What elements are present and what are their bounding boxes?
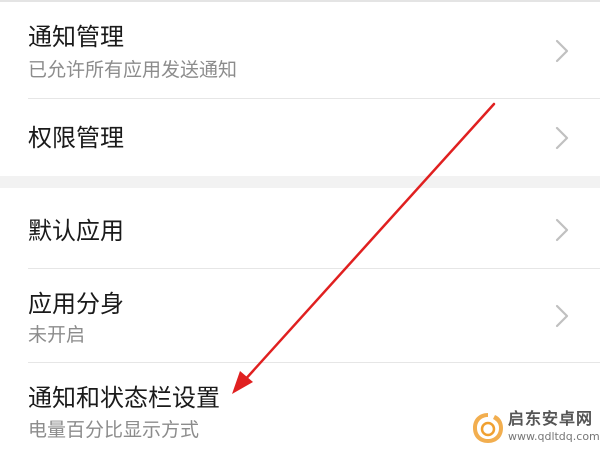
settings-item-title: 默认应用 xyxy=(28,217,124,245)
settings-item-subtitle: 电量百分比显示方式 xyxy=(28,419,200,441)
chevron-right-icon xyxy=(555,39,569,63)
settings-item-default-apps[interactable]: 默认应用 xyxy=(0,188,600,268)
settings-item-title: 通知和状态栏设置 xyxy=(28,384,220,412)
settings-item-notification-management[interactable]: 通知管理 已允许所有应用发送通知 xyxy=(0,2,600,98)
chevron-right-icon xyxy=(555,218,569,242)
settings-group-1: 通知管理 已允许所有应用发送通知 权限管理 xyxy=(0,2,600,176)
settings-item-subtitle: 已允许所有应用发送通知 xyxy=(28,59,238,81)
watermark-logo-icon xyxy=(473,413,503,443)
chevron-right-icon xyxy=(555,126,569,150)
settings-item-subtitle: 未开启 xyxy=(28,324,86,346)
group-separator xyxy=(0,176,600,188)
settings-item-title: 应用分身 xyxy=(28,290,124,318)
watermark-url: www.qdltdq.com xyxy=(508,430,600,443)
watermark: 启东安卓网 www.qdltdq.com xyxy=(470,408,600,448)
settings-item-permission-management[interactable]: 权限管理 xyxy=(0,99,600,176)
chevron-right-icon xyxy=(555,304,569,328)
settings-item-title: 权限管理 xyxy=(28,124,124,152)
settings-item-title: 通知管理 xyxy=(28,23,124,51)
settings-item-app-twin[interactable]: 应用分身 未开启 xyxy=(0,269,600,362)
watermark-name: 启东安卓网 xyxy=(508,409,594,428)
